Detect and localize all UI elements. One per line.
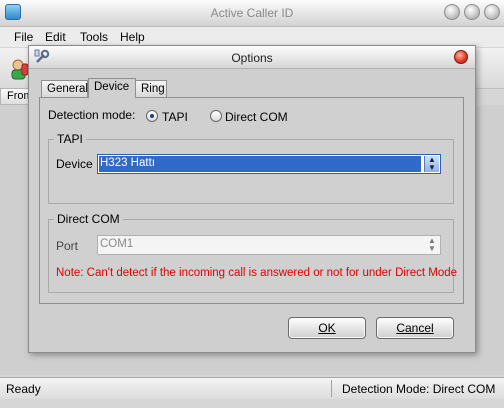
menu-file[interactable]: File: [14, 30, 33, 44]
direct-com-radio[interactable]: [210, 110, 222, 122]
close-button[interactable]: [484, 4, 500, 20]
chevron-updown-icon[interactable]: ▲ ▼: [425, 237, 439, 253]
port-select[interactable]: COM1 ▲ ▼: [97, 235, 441, 255]
maximize-button[interactable]: [464, 4, 480, 20]
tab-ring[interactable]: Ring: [135, 80, 167, 97]
dialog-title: Options: [231, 51, 273, 65]
status-text: Ready: [6, 382, 41, 396]
direct-com-group-title: Direct COM: [54, 212, 123, 226]
minimize-button[interactable]: [444, 4, 460, 20]
direct-com-radio-label[interactable]: Direct COM: [225, 110, 288, 124]
chevron-updown-icon[interactable]: ▲ ▼: [424, 156, 439, 172]
menu-bar: File Edit Tools Help: [0, 27, 504, 47]
detection-mode-label: Detection mode:: [48, 108, 136, 122]
direct-com-group: Direct COM Port COM1 ▲ ▼ Note: Can't dete…: [48, 212, 458, 293]
direct-mode-note: Note: Can't detect if the incoming call …: [56, 267, 458, 279]
tapi-radio[interactable]: [146, 110, 158, 122]
tapi-radio-label[interactable]: TAPI: [162, 110, 188, 124]
ok-button-label: OK: [318, 321, 336, 335]
menu-edit[interactable]: Edit: [45, 30, 66, 44]
device-select[interactable]: H323 Hattı ▲ ▼: [97, 154, 441, 174]
port-value: COM1: [100, 238, 134, 250]
port-label: Port: [56, 239, 79, 253]
detection-mode-status: Detection Mode: Direct COM: [342, 382, 496, 396]
tab-general[interactable]: General: [41, 80, 88, 97]
options-dialog: Options General Device Ring Detection mo…: [28, 45, 476, 353]
dialog-title-bar: Options: [29, 46, 475, 69]
menu-tools[interactable]: Tools: [80, 30, 108, 44]
status-bar: Ready Detection Mode: Direct COM: [0, 377, 504, 399]
main-title-bar: Active Caller ID: [0, 0, 504, 27]
tab-device[interactable]: Device: [88, 78, 136, 98]
ok-button[interactable]: OK: [288, 317, 366, 339]
tapi-group: TAPI Device H323 Hattı ▲ ▼: [48, 132, 454, 204]
main-window-title: Active Caller ID: [210, 6, 294, 20]
device-value: H323 Hattı: [100, 157, 155, 169]
menu-help[interactable]: Help: [120, 30, 145, 44]
dialog-close-button[interactable]: [454, 50, 468, 64]
device-tab-panel: Detection mode: TAPI Direct COM TAPI Dev…: [39, 97, 464, 304]
device-label: Device: [56, 157, 93, 171]
status-separator: [331, 380, 332, 397]
contacts-icon[interactable]: [10, 58, 30, 80]
cancel-button[interactable]: Cancel: [376, 317, 454, 339]
tapi-group-title: TAPI: [54, 132, 86, 146]
cancel-button-label: Cancel: [396, 321, 434, 335]
